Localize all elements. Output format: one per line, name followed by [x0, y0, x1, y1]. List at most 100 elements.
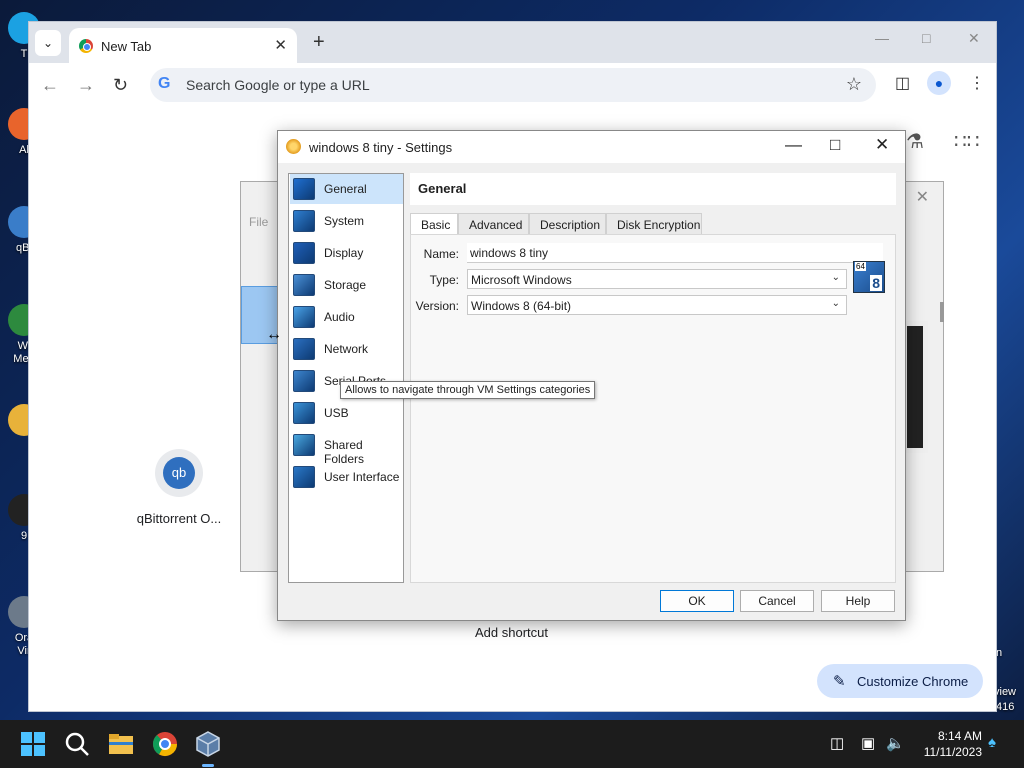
close-window-icon[interactable]: ✕	[968, 30, 980, 47]
settings-dialog: windows 8 tiny - Settings — □ ✕ General S…	[277, 130, 906, 621]
desktop-edge-text-3: 416	[996, 701, 1015, 713]
clock-time: 8:14 AM	[937, 729, 982, 743]
category-label: Storage	[324, 278, 367, 292]
maximize-icon[interactable]: □	[922, 30, 930, 46]
file-explorer-icon[interactable]	[107, 730, 135, 758]
type-select[interactable]: Microsoft Windows ⌄	[467, 269, 847, 289]
category-usb[interactable]: USB	[290, 398, 403, 428]
vbm-scrollbar[interactable]	[940, 302, 944, 322]
category-label: Audio	[324, 310, 355, 324]
labs-flask-icon[interactable]: ⚗	[906, 129, 924, 154]
network-icon	[293, 338, 315, 360]
version-select[interactable]: Windows 8 (64-bit) ⌄	[467, 295, 847, 315]
side-panel-icon[interactable]: ◫	[895, 73, 910, 93]
name-input[interactable]: windows 8 tiny	[467, 243, 883, 263]
minimize-icon[interactable]: —	[875, 30, 889, 46]
help-button[interactable]: Help	[821, 590, 895, 612]
dialog-maximize-icon[interactable]: □	[830, 135, 840, 155]
start-windows-icon[interactable]	[19, 730, 47, 758]
user-interface-icon	[293, 466, 315, 488]
shared-folders-icon	[293, 434, 315, 456]
clock-date: 11/11/2023	[923, 745, 982, 759]
reload-icon[interactable]: ↻	[113, 75, 128, 96]
type-label: Type:	[429, 273, 459, 287]
category-label: User Interface	[324, 470, 400, 484]
apps-grid-icon[interactable]: ∷∷	[954, 129, 979, 154]
tab-title: New Tab	[101, 39, 152, 54]
category-audio[interactable]: Audio	[290, 302, 403, 332]
virtualbox-taskbar-icon[interactable]	[194, 730, 222, 767]
network-tray-icon[interactable]: ◫	[830, 734, 844, 752]
tab-strip: ⌄ New Tab ✕ + — □ ✕	[29, 22, 996, 63]
shortcut-label: qBittorrent O...	[136, 511, 222, 526]
tab-description[interactable]: Description	[529, 213, 606, 235]
tab-new-tab[interactable]: New Tab ✕	[69, 28, 297, 63]
tab-basic[interactable]: Basic	[410, 213, 458, 235]
panel-title: General	[410, 173, 896, 205]
category-storage[interactable]: Storage	[290, 270, 403, 300]
system-icon	[293, 210, 315, 232]
chevron-down-icon: ⌄	[831, 272, 840, 283]
tab-close-icon[interactable]: ✕	[274, 36, 287, 54]
name-value: windows 8 tiny	[470, 246, 549, 260]
category-shared-folders[interactable]: Shared Folders	[290, 430, 403, 466]
taskbar: ◫ ▣ 🔈 8:14 AM 11/11/2023 ♠	[0, 720, 1024, 768]
chrome-taskbar-icon[interactable]	[151, 730, 179, 758]
new-tab-button[interactable]: +	[313, 31, 325, 54]
settings-category-list: General System Display Storage Audio Network S…	[288, 173, 404, 583]
usb-icon	[293, 402, 315, 424]
notification-bell-icon[interactable]: ♠	[988, 734, 996, 751]
chevron-down-icon: ⌄	[831, 298, 840, 309]
add-shortcut-button[interactable]: Add shortcut	[475, 625, 548, 640]
file-menu[interactable]: File	[249, 215, 268, 229]
dialog-titlebar: windows 8 tiny - Settings — □ ✕	[278, 131, 905, 163]
bookmark-star-icon[interactable]: ☆	[846, 74, 862, 95]
customize-chrome-label: Customize Chrome	[857, 674, 969, 689]
type-value: Microsoft Windows	[471, 273, 572, 287]
category-system[interactable]: System	[290, 206, 403, 236]
omnibox[interactable]: G Search Google or type a URL ☆	[150, 68, 876, 102]
version-value: Windows 8 (64-bit)	[471, 299, 572, 313]
chevron-down-icon: ⌄	[42, 36, 54, 50]
omnibox-placeholder: Search Google or type a URL	[186, 77, 370, 93]
audio-icon	[293, 306, 315, 328]
os-badge-64: 64	[855, 262, 866, 271]
category-network[interactable]: Network	[290, 334, 403, 364]
version-label: Version:	[415, 299, 459, 313]
category-tooltip: Allows to navigate through VM Settings c…	[340, 381, 596, 399]
menu-kebab-icon[interactable]: ⋮	[969, 73, 985, 93]
google-icon: G	[158, 75, 171, 92]
tab-advanced[interactable]: Advanced	[458, 213, 529, 235]
serial-ports-icon	[293, 370, 315, 392]
tab-disk-encryption[interactable]: Disk Encryption	[606, 213, 702, 235]
back-icon[interactable]: ←	[41, 75, 59, 96]
category-general[interactable]: General	[290, 174, 403, 204]
pencil-icon: ✎	[833, 673, 846, 690]
general-icon	[293, 178, 315, 200]
name-label: Name:	[423, 247, 459, 261]
qbittorrent-icon: qb	[163, 457, 195, 489]
search-icon[interactable]	[63, 730, 91, 758]
profile-avatar-icon[interactable]: ●	[927, 71, 951, 95]
virtualbox-icon	[286, 139, 301, 154]
forward-icon[interactable]: →	[77, 75, 95, 96]
volume-muted-icon[interactable]: 🔈	[886, 734, 905, 752]
dialog-minimize-icon[interactable]: —	[785, 135, 802, 155]
cancel-button[interactable]: Cancel	[740, 590, 814, 612]
customize-chrome-button[interactable]: ✎ Customize Chrome	[817, 664, 983, 698]
windows8-64-os-icon: 64 8	[853, 261, 885, 293]
resize-cursor-icon: ↔	[266, 326, 282, 343]
dialog-close-icon[interactable]: ✕	[875, 135, 889, 155]
display-tray-icon[interactable]: ▣	[861, 734, 875, 752]
tab-search-button[interactable]: ⌄	[35, 30, 61, 56]
shortcut-qbittorrent[interactable]: qb qBittorrent O...	[129, 449, 229, 526]
display-icon	[293, 242, 315, 264]
category-user-interface[interactable]: User Interface	[290, 462, 403, 492]
ok-button[interactable]: OK	[660, 590, 734, 612]
category-label: Network	[324, 342, 369, 356]
chrome-icon	[79, 39, 93, 53]
category-display[interactable]: Display	[290, 238, 403, 268]
vbm-close-icon[interactable]: ✕	[916, 187, 929, 207]
system-clock[interactable]: 8:14 AM 11/11/2023	[916, 728, 982, 760]
category-label: USB	[324, 406, 349, 420]
